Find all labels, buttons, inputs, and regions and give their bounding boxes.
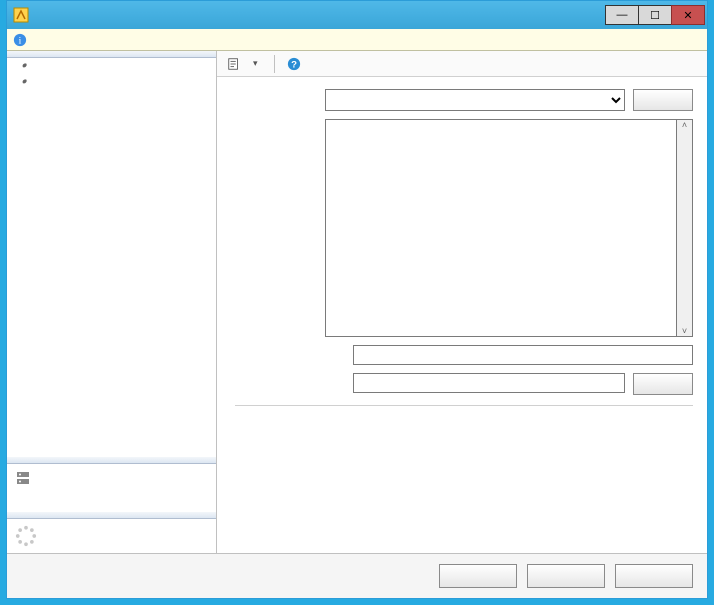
app-icon	[13, 7, 29, 23]
dialog-window: — ☐ ✕ i	[6, 0, 708, 599]
address-label	[235, 373, 345, 376]
description-textarea[interactable]	[325, 119, 677, 337]
progress-header	[7, 512, 216, 519]
script-icon	[227, 57, 241, 71]
ok-button[interactable]	[439, 564, 517, 588]
svg-text:?: ?	[291, 59, 297, 70]
text-display-input[interactable]	[353, 345, 693, 365]
help-footer-button[interactable]	[615, 564, 693, 588]
info-icon: i	[13, 33, 27, 47]
help-icon: ?	[287, 57, 301, 71]
address-input[interactable]	[353, 373, 625, 393]
category-combo[interactable]	[325, 89, 625, 111]
select-page-header	[7, 51, 216, 58]
status-strip: i	[7, 29, 707, 51]
category-label	[235, 89, 317, 92]
new-category-button[interactable]	[633, 89, 693, 111]
wrench-icon	[15, 61, 29, 75]
chevron-down-icon[interactable]: ▾	[249, 58, 262, 69]
connection-info	[7, 464, 216, 490]
right-panel: ▾ ?	[217, 51, 707, 553]
form-area: ˄˅	[217, 77, 707, 553]
page-general[interactable]	[7, 60, 216, 76]
test-link-button[interactable]	[633, 373, 693, 395]
page-list	[7, 58, 216, 94]
close-button[interactable]: ✕	[671, 5, 705, 25]
help-button[interactable]: ?	[283, 55, 309, 73]
toolbar-separator	[274, 55, 275, 73]
left-panel	[7, 51, 217, 553]
progress-spinner-icon	[15, 525, 37, 547]
minimize-button[interactable]: —	[605, 5, 639, 25]
cancel-button[interactable]	[527, 564, 605, 588]
maximize-button[interactable]: ☐	[638, 5, 672, 25]
textarea-scrollbar[interactable]: ˄˅	[677, 119, 693, 337]
titlebar[interactable]: — ☐ ✕	[7, 1, 707, 29]
text-display-label	[235, 345, 345, 348]
wrench-icon	[15, 77, 29, 91]
server-icon	[15, 470, 31, 486]
toolbar: ▾ ?	[217, 51, 707, 77]
description-label	[235, 119, 317, 122]
metadata-block	[235, 405, 693, 424]
page-description[interactable]	[7, 76, 216, 92]
svg-text:i: i	[19, 35, 22, 46]
connection-header	[7, 457, 216, 464]
script-button[interactable]: ▾	[223, 55, 266, 73]
dialog-footer	[7, 553, 707, 598]
